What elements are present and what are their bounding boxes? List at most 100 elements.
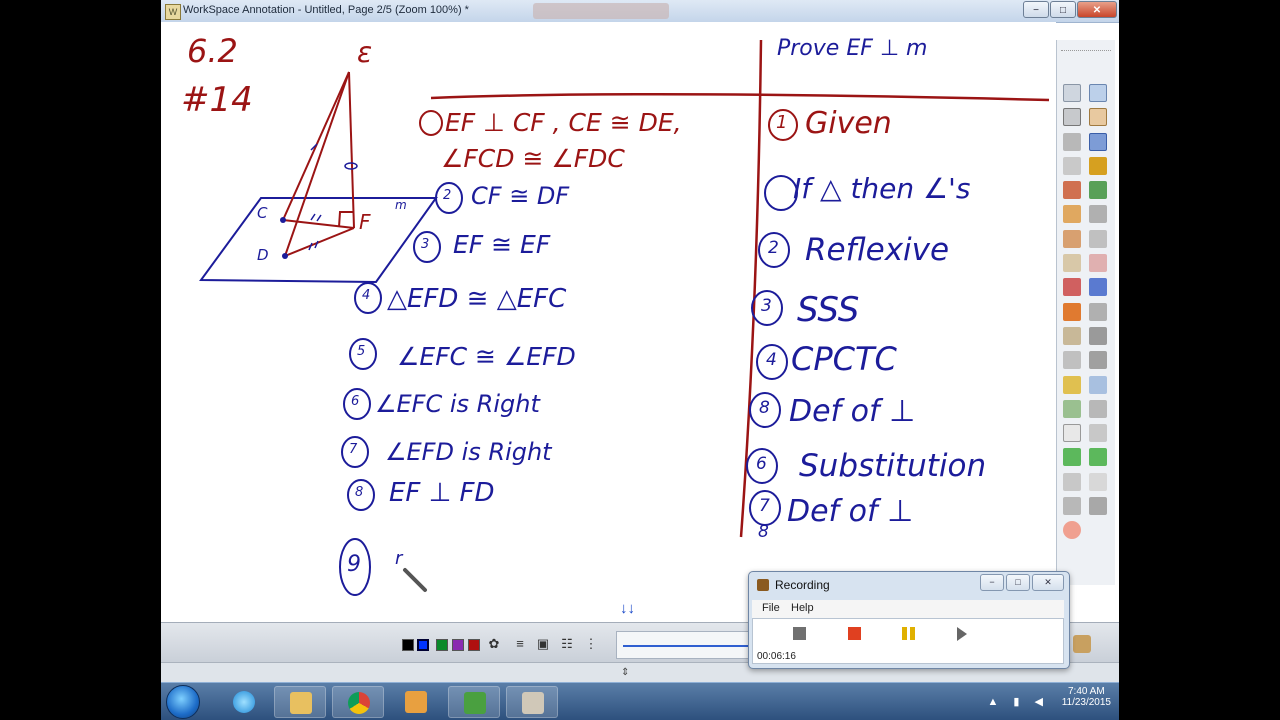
taskbar-workspace[interactable] [448, 686, 500, 718]
recording-maximize-button[interactable]: □ [1006, 574, 1030, 591]
record-icon[interactable] [848, 627, 861, 640]
taskbar-chrome[interactable] [332, 686, 384, 718]
forward-icon[interactable] [1089, 448, 1107, 467]
compass-icon[interactable] [1089, 351, 1107, 370]
clock[interactable]: 7:40 AM 11/23/2015 [1062, 686, 1111, 708]
keyboard-icon[interactable] [1089, 108, 1107, 127]
copy-icon[interactable] [1089, 302, 1107, 321]
taskbar-file-explorer[interactable] [274, 686, 326, 718]
ruler-icon[interactable] [1063, 375, 1081, 394]
grid-page-icon[interactable] [1089, 472, 1107, 491]
triangle-icon[interactable] [1063, 399, 1081, 418]
highlighter-icon[interactable] [1089, 156, 1107, 175]
palette-icon[interactable]: ✿ [486, 636, 502, 652]
recording-window-controls: − □ ✕ [978, 574, 1064, 591]
table-icon[interactable] [1063, 472, 1081, 491]
clock-time: 7:40 AM [1067, 686, 1105, 697]
line-width-icon[interactable]: ≡ [512, 636, 528, 652]
background-tab[interactable] [533, 3, 669, 19]
maximize-button[interactable]: □ [1050, 1, 1076, 18]
prove-statement: Prove EF ⊥ m [777, 36, 928, 61]
page-slider[interactable] [616, 631, 758, 659]
dotted-grid-icon[interactable]: ⋮ [583, 636, 599, 652]
file-explorer-icon [290, 692, 312, 714]
internet-explorer-icon [233, 691, 255, 713]
line-icon[interactable] [1089, 205, 1107, 224]
recording-time: 00:06:16 [757, 651, 796, 662]
timer-icon[interactable] [1063, 84, 1081, 102]
recording-controls: 00:06:16 [752, 618, 1064, 664]
color-swatch-black[interactable] [402, 639, 414, 651]
tool-grid [1063, 84, 1109, 546]
page-marker[interactable]: ↓↓ [620, 600, 642, 620]
reason-6-number: 6 [756, 454, 767, 474]
color-swatch-red[interactable] [468, 639, 480, 651]
shape-icon[interactable] [1089, 229, 1107, 248]
color-swatch-blue[interactable] [417, 639, 429, 651]
statement-7: ∠EFD is Right [385, 438, 552, 466]
annotation-icon [522, 692, 544, 714]
label-c: C [257, 204, 268, 222]
stamp-icon[interactable]: ▣ [535, 636, 551, 652]
pointer-icon[interactable] [1089, 132, 1107, 151]
start-button[interactable] [166, 685, 200, 719]
menu-help[interactable]: Help [791, 602, 814, 614]
recording-minimize-button[interactable]: − [980, 574, 1004, 591]
minimize-button[interactable]: − [1023, 1, 1049, 18]
pen-icon[interactable] [1063, 132, 1081, 151]
grid-icon[interactable]: ☷ [559, 636, 575, 652]
label-m: m [395, 198, 407, 212]
crop-icon[interactable] [1089, 254, 1107, 273]
green-pen-icon[interactable] [1089, 181, 1107, 200]
marker-icon[interactable] [1063, 156, 1081, 175]
users-icon[interactable] [1073, 635, 1091, 653]
recording-close-button[interactable]: ✕ [1032, 574, 1064, 591]
reason-7: Substitution [799, 448, 987, 484]
reason-5-number: 8 [759, 398, 770, 418]
tools-icon[interactable] [1089, 497, 1107, 516]
select-icon[interactable] [1089, 84, 1107, 102]
workspace-app-icon[interactable]: W [165, 4, 181, 20]
whiteboard-canvas[interactable]: 6.2 #14 ε C D F m Prove EF ⊥ m EF ⊥ CF ,… [161, 22, 1056, 620]
statement-6-number: 6 [351, 394, 360, 409]
statement-1-cont: ∠FCD ≅ ∠FDC [441, 144, 625, 173]
slider-track[interactable] [623, 645, 751, 647]
section-number: 6.2 [187, 32, 238, 70]
media-icon[interactable] [1063, 326, 1081, 345]
exit-icon[interactable] [1063, 521, 1081, 540]
pause-icon[interactable] [902, 627, 915, 640]
page-icon[interactable] [1063, 351, 1081, 370]
user-icon[interactable] [1063, 229, 1081, 248]
camera-icon[interactable] [1089, 326, 1107, 345]
color-swatch-green[interactable] [436, 639, 448, 651]
undo-icon[interactable] [1063, 278, 1081, 297]
redo-icon[interactable] [1089, 278, 1107, 297]
scanner-icon[interactable] [1063, 497, 1081, 516]
label-d: D [257, 246, 269, 264]
reason-2-number: 2 [768, 238, 779, 258]
protractor-icon[interactable] [1089, 375, 1107, 394]
color-swatch-purple[interactable] [452, 639, 464, 651]
hand-icon[interactable] [1089, 424, 1107, 443]
taskbar-media-player[interactable] [390, 686, 442, 718]
taskbar-internet-explorer[interactable] [218, 686, 270, 718]
scroll-marker[interactable]: ⇕ [621, 667, 629, 678]
system-tray-icons[interactable]: ▲ ▮ ◀ [987, 695, 1049, 708]
eraser-icon[interactable] [1063, 205, 1081, 224]
blank-page-icon[interactable] [1063, 424, 1081, 443]
delete-icon[interactable] [1063, 302, 1081, 321]
play-icon[interactable] [957, 627, 967, 641]
stamp-icon[interactable] [1063, 254, 1081, 273]
menu-file[interactable]: File [762, 602, 780, 614]
screen-icon[interactable] [1063, 108, 1081, 127]
close-button[interactable]: ✕ [1077, 1, 1117, 18]
label-e: ε [357, 36, 373, 69]
stop-icon[interactable] [793, 627, 806, 640]
square-icon[interactable] [1089, 399, 1107, 418]
panel-gripper[interactable] [1061, 42, 1111, 51]
brush-icon[interactable] [1063, 181, 1081, 200]
reason-7-number: 7 [759, 496, 770, 516]
taskbar-annotation[interactable] [506, 686, 558, 718]
statement-4-number: 4 [362, 288, 371, 303]
back-icon[interactable] [1063, 448, 1081, 467]
